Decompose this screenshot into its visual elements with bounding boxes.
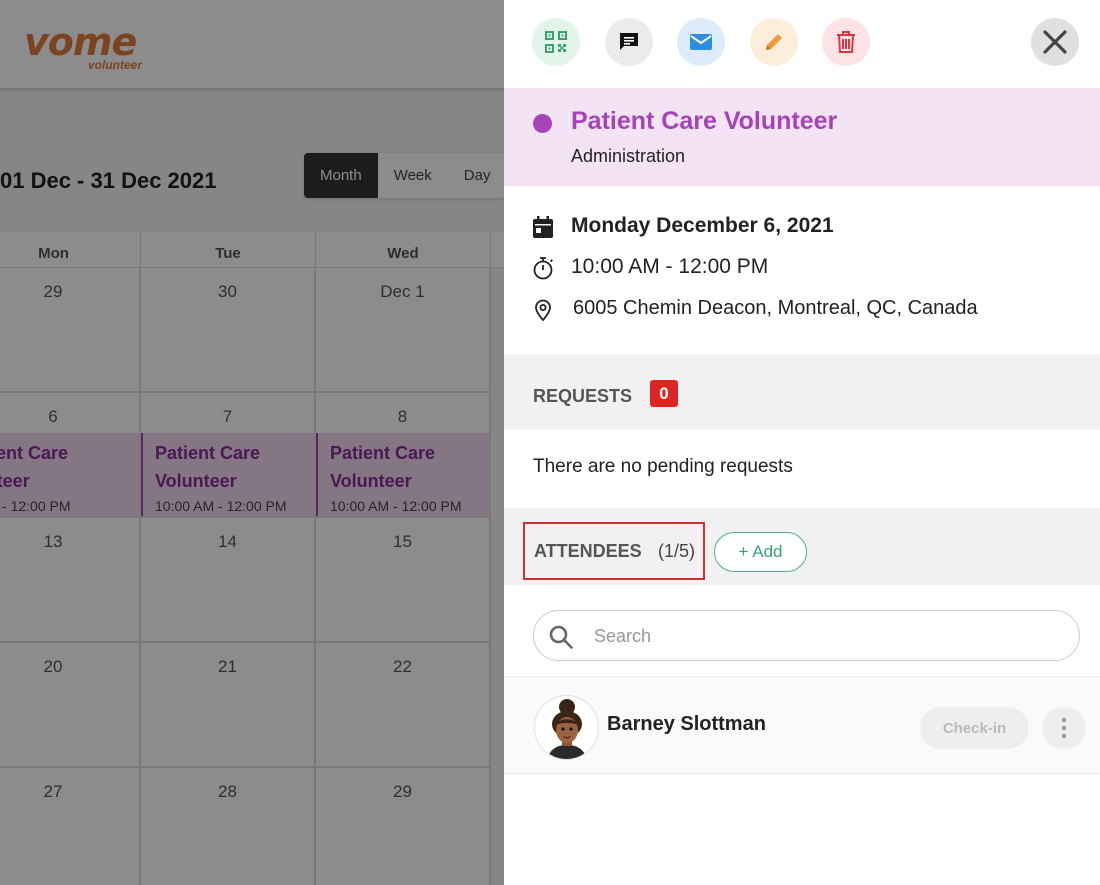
edit-button[interactable] <box>750 18 798 66</box>
attendees-count: (1/5) <box>658 541 696 561</box>
search-input[interactable] <box>594 619 1064 653</box>
modal-backdrop[interactable] <box>0 0 504 885</box>
event-time: 10:00 AM - 12:00 PM <box>571 255 769 278</box>
avatar <box>534 695 599 760</box>
event-location-row: 6005 Chemin Deacon, Montreal, QC, Canada <box>504 294 1100 328</box>
event-time-row: 10:00 AM - 12:00 PM <box>504 252 1100 286</box>
more-options-button[interactable] <box>1042 707 1086 749</box>
delete-button[interactable] <box>822 18 870 66</box>
trash-icon <box>837 31 855 53</box>
message-button[interactable] <box>605 18 653 66</box>
attendees-label: ATTENDEES <box>534 541 642 561</box>
event-category: Administration <box>571 146 686 166</box>
requests-label: REQUESTS <box>533 386 633 406</box>
mail-icon <box>690 34 712 50</box>
search-icon <box>549 625 573 649</box>
category-color-dot <box>533 114 552 133</box>
attendees-header: ATTENDEES (1/5) + Add <box>504 508 1100 585</box>
close-icon <box>1043 30 1067 54</box>
attendee-search <box>533 610 1080 661</box>
attendee-name[interactable]: Barney Slottman <box>607 713 766 736</box>
panel-action-bar <box>504 0 1100 88</box>
chat-icon <box>620 33 638 50</box>
event-date: Monday December 6, 2021 <box>571 214 834 237</box>
qr-code-button[interactable] <box>532 18 580 66</box>
event-title-band: Patient Care Volunteer Administration <box>504 88 1100 186</box>
add-attendee-button[interactable]: + Add <box>714 532 807 572</box>
event-date-row: Monday December 6, 2021 <box>504 211 1100 245</box>
qr-code-icon <box>545 31 567 53</box>
calendar-icon <box>533 216 553 238</box>
check-in-button[interactable]: Check-in <box>920 707 1029 749</box>
requests-header: REQUESTS 0 <box>504 354 1100 430</box>
attendees-highlight-box: ATTENDEES (1/5) <box>523 522 705 580</box>
email-button[interactable] <box>677 18 725 66</box>
event-detail-panel: Patient Care Volunteer Administration Mo… <box>504 0 1100 885</box>
no-requests-message: There are no pending requests <box>533 456 793 477</box>
stopwatch-icon <box>533 257 553 280</box>
attendee-row: Barney Slottman Check-in <box>504 676 1100 774</box>
location-pin-icon <box>535 299 551 322</box>
close-panel-button[interactable] <box>1031 18 1079 66</box>
event-location: 6005 Chemin Deacon, Montreal, QC, Canada <box>573 297 978 319</box>
event-title: Patient Care Volunteer <box>571 107 838 135</box>
requests-count-badge: 0 <box>650 380 678 407</box>
avatar-illustration <box>547 699 587 759</box>
edit-icon <box>766 34 782 50</box>
more-vertical-icon <box>1061 717 1067 739</box>
